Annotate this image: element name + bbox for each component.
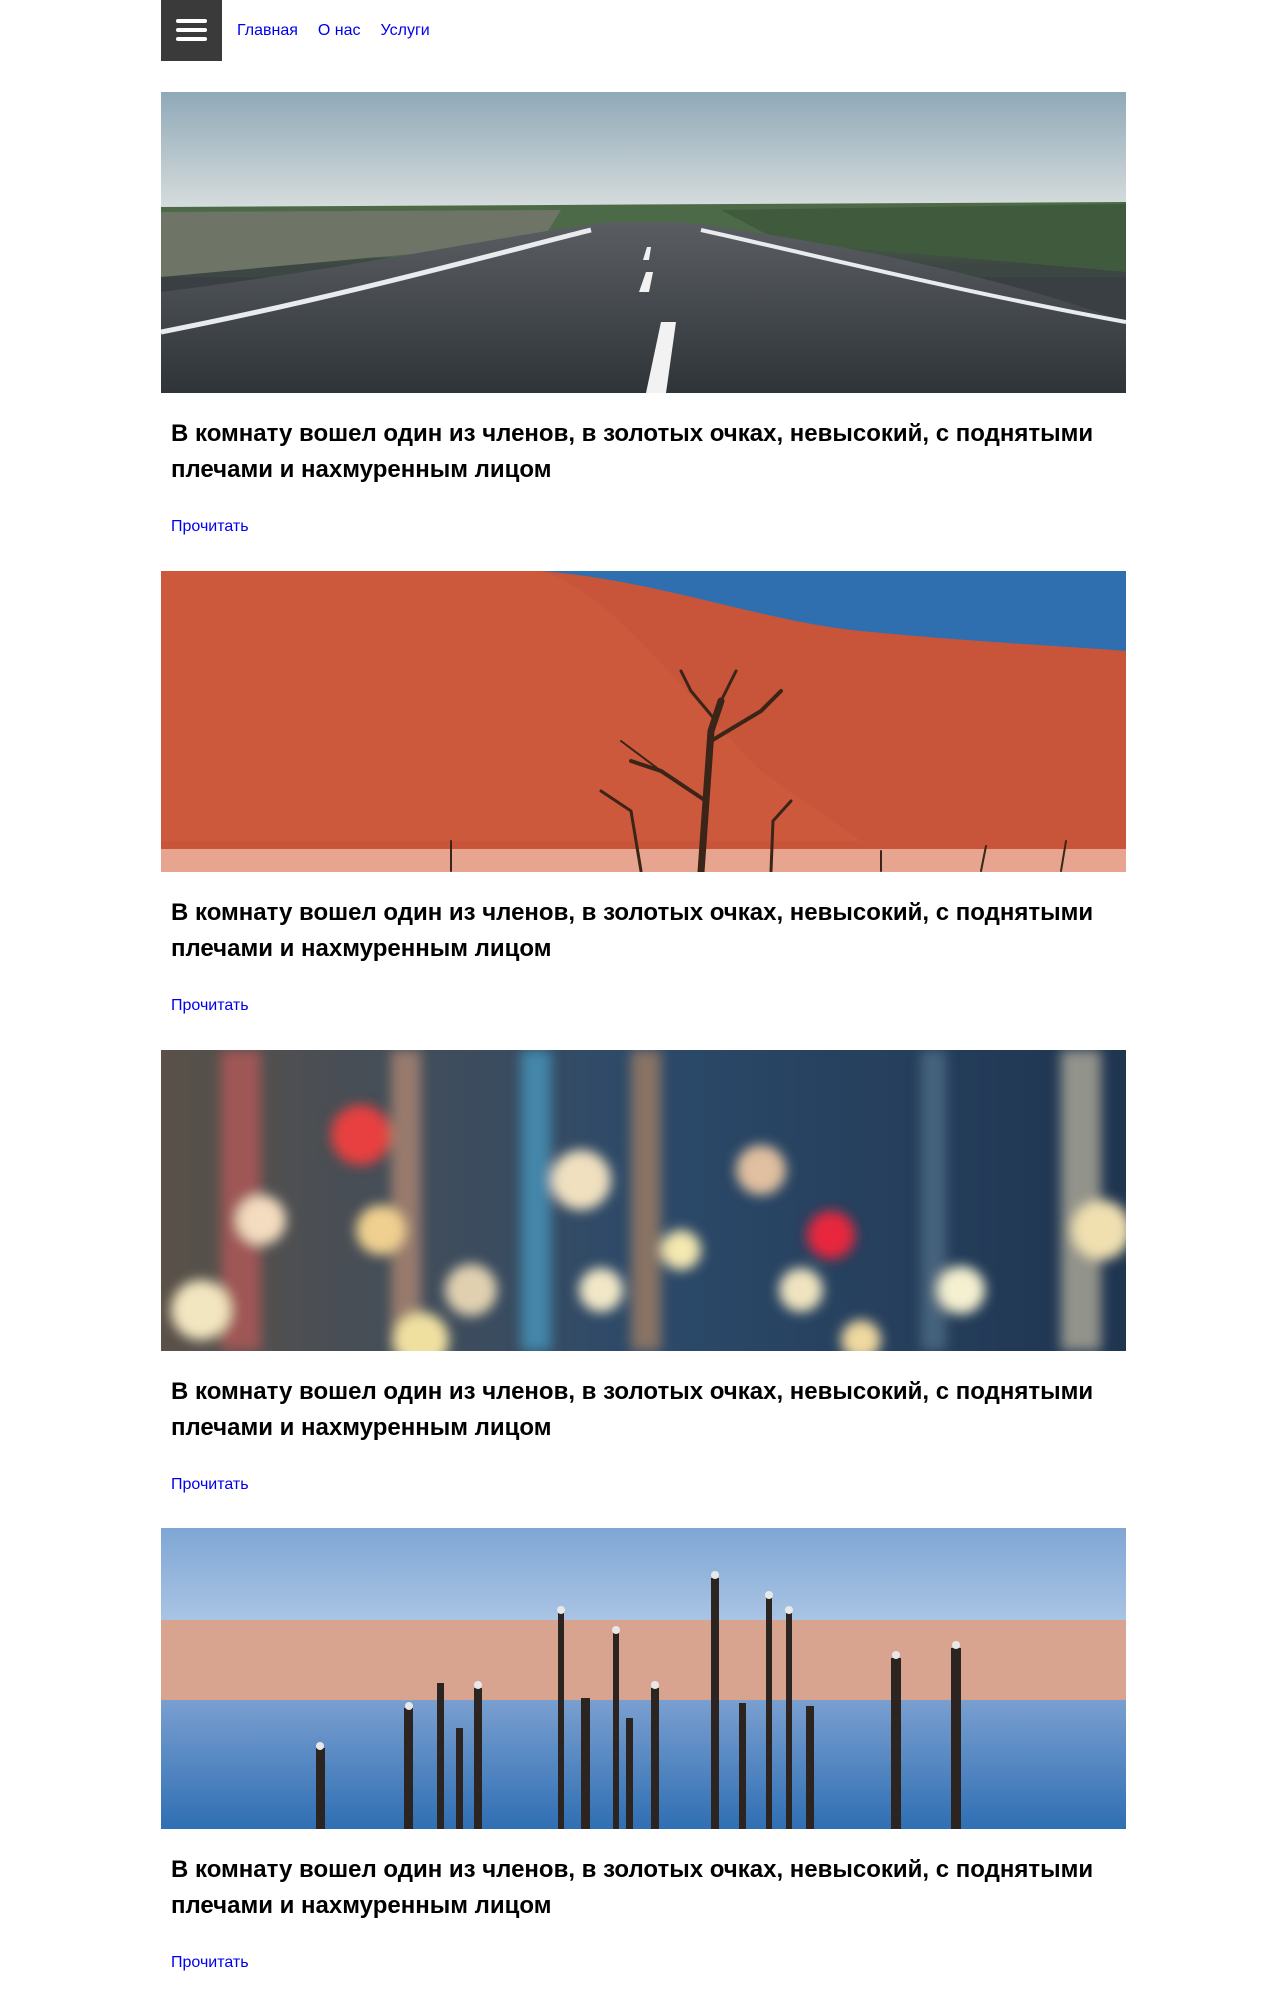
nav-link-home[interactable]: Главная <box>237 22 298 40</box>
post-title: В комнату вошел один из членов, в золоты… <box>171 420 1094 483</box>
city-bokeh-lights-photo <box>161 1050 1126 1351</box>
hamburger-menu-icon[interactable] <box>161 0 222 61</box>
post-title: В комнату вошел один из членов, в золоты… <box>171 1378 1094 1441</box>
post-title: В комнату вошел один из членов, в золоты… <box>171 1856 1094 1919</box>
nav-link-services[interactable]: Услуги <box>381 22 430 40</box>
post-card: В комнату вошел один из членов, в золоты… <box>161 1528 1126 1971</box>
read-more-link[interactable]: Прочитать <box>171 997 249 1015</box>
read-more-link[interactable]: Прочитать <box>171 518 249 536</box>
post-card: В комнату вошел один из членов, в золоты… <box>161 1050 1126 1493</box>
red-desert-dune-photo <box>161 571 1126 872</box>
post-card: В комнату вошел один из членов, в золоты… <box>161 92 1126 535</box>
page-container: Главная О нас Услуги В комнату вошел оди… <box>161 0 1126 1971</box>
nav-link-about[interactable]: О нас <box>318 22 361 40</box>
read-more-link[interactable]: Прочитать <box>171 1476 249 1494</box>
read-more-link[interactable]: Прочитать <box>171 1954 249 1972</box>
post-title: В комнату вошел один из членов, в золоты… <box>171 899 1094 962</box>
main-nav: Главная О нас Услуги <box>237 22 430 40</box>
site-header: Главная О нас Услуги <box>161 0 1126 61</box>
road-landscape-photo <box>161 92 1126 393</box>
sea-posts-birds-photo <box>161 1528 1126 1829</box>
post-card: В комнату вошел один из членов, в золоты… <box>161 571 1126 1014</box>
